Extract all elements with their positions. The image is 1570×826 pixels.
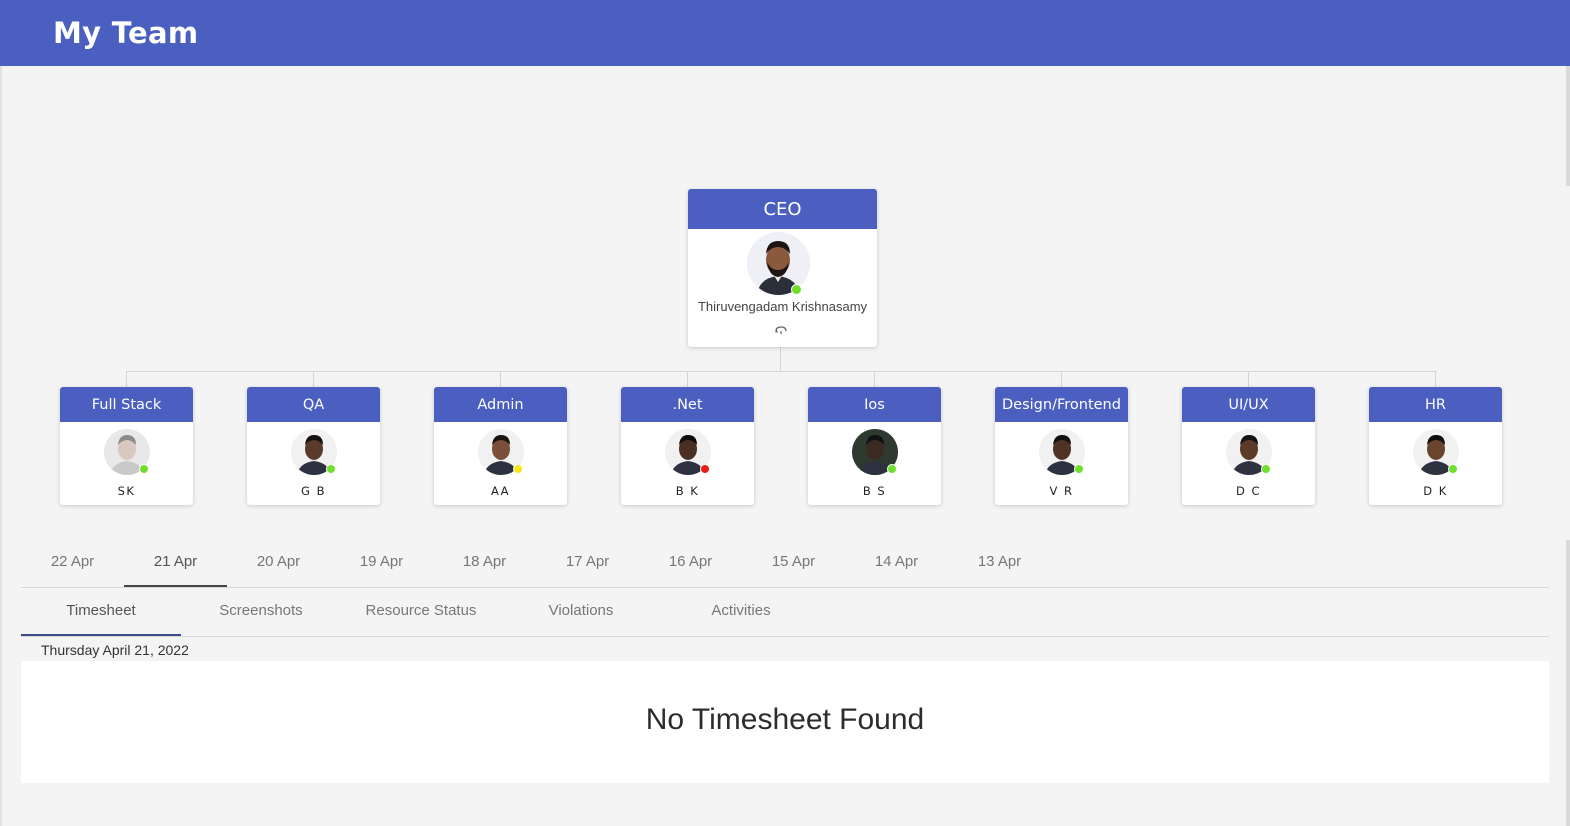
member-initials: D C xyxy=(1235,484,1262,498)
connector-drop xyxy=(500,371,501,387)
team-role: .Net xyxy=(621,387,754,422)
date-tab[interactable]: 13 Apr xyxy=(948,540,1051,587)
status-away-icon xyxy=(513,464,523,474)
team-card[interactable]: Design/Frontend V R xyxy=(995,387,1128,505)
tab-screenshots[interactable]: Screenshots xyxy=(181,588,341,636)
connector-drop xyxy=(126,371,127,387)
ceo-avatar[interactable] xyxy=(747,232,810,295)
status-online-icon xyxy=(887,464,897,474)
member-avatar[interactable] xyxy=(104,429,150,475)
connector-drop xyxy=(687,371,688,387)
ceo-role: CEO xyxy=(688,189,877,229)
view-tab-bar: Timesheet Screenshots Resource Status Viola… xyxy=(21,588,1549,637)
team-role: Ios xyxy=(808,387,941,422)
team-role: QA xyxy=(247,387,380,422)
member-avatar[interactable] xyxy=(478,429,524,475)
tab-timesheet[interactable]: Timesheet xyxy=(21,588,181,636)
team-card[interactable]: HR D K xyxy=(1369,387,1502,505)
team-card[interactable]: Full Stack SK xyxy=(60,387,193,505)
connector-drop xyxy=(1435,371,1436,387)
date-tab[interactable]: 21 Apr xyxy=(124,540,227,587)
member-initials: B S xyxy=(862,484,887,498)
status-online-icon xyxy=(1261,464,1271,474)
member-initials: D K xyxy=(1423,484,1448,498)
timesheet-panel: No Timesheet Found xyxy=(21,661,1549,783)
member-initials: SK xyxy=(117,484,136,498)
date-tab[interactable]: 19 Apr xyxy=(330,540,433,587)
connector-drop xyxy=(1248,371,1249,387)
team-card[interactable]: Admin AA xyxy=(434,387,567,505)
status-online-icon xyxy=(139,464,149,474)
org-chart: CEO Thiruvengadam Krishnasamy Full Stack xyxy=(0,0,1570,520)
status-online-icon xyxy=(1448,464,1458,474)
member-avatar[interactable] xyxy=(852,429,898,475)
selected-date: Thursday April 21, 2022 xyxy=(41,642,189,658)
tab-activities[interactable]: Activities xyxy=(661,588,821,636)
connector-drop xyxy=(313,371,314,387)
team-card[interactable]: Ios B S xyxy=(808,387,941,505)
status-online-icon xyxy=(326,464,336,474)
member-initials: AA xyxy=(490,484,511,498)
member-initials: G B xyxy=(301,484,326,498)
member-avatar[interactable] xyxy=(291,429,337,475)
member-initials: V R xyxy=(1049,484,1074,498)
team-card[interactable]: UI/UX D C xyxy=(1182,387,1315,505)
team-card[interactable]: .Net B K xyxy=(621,387,754,505)
ceo-card[interactable]: CEO Thiruvengadam Krishnasamy xyxy=(688,189,877,347)
date-tab[interactable]: 17 Apr xyxy=(536,540,639,587)
team-card[interactable]: QA G B xyxy=(247,387,380,505)
date-tab[interactable]: 22 Apr xyxy=(21,540,124,587)
connector-horizontal xyxy=(127,371,1437,372)
team-role: Full Stack xyxy=(60,387,193,422)
status-online-icon xyxy=(791,284,802,295)
date-tab[interactable]: 14 Apr xyxy=(845,540,948,587)
date-tab[interactable]: 18 Apr xyxy=(433,540,536,587)
connector-drop xyxy=(874,371,875,387)
team-role: Admin xyxy=(434,387,567,422)
empty-message: No Timesheet Found xyxy=(645,703,925,736)
tab-resource-status[interactable]: Resource Status xyxy=(341,588,501,636)
collapse-icon[interactable] xyxy=(774,325,788,335)
member-avatar[interactable] xyxy=(1226,429,1272,475)
member-avatar[interactable] xyxy=(665,429,711,475)
connector-drop xyxy=(1061,371,1062,387)
member-avatar[interactable] xyxy=(1413,429,1459,475)
status-busy-icon xyxy=(700,464,710,474)
scrollbar-track-lower[interactable] xyxy=(1566,540,1570,826)
team-role: UI/UX xyxy=(1182,387,1315,422)
team-role: HR xyxy=(1369,387,1502,422)
date-tab[interactable]: 16 Apr xyxy=(639,540,742,587)
member-initials: B K xyxy=(675,484,700,498)
connector-ceo-down xyxy=(780,347,781,371)
date-tab[interactable]: 20 Apr xyxy=(227,540,330,587)
team-role: Design/Frontend xyxy=(995,387,1128,422)
tab-violations[interactable]: Violations xyxy=(501,588,661,636)
member-avatar[interactable] xyxy=(1039,429,1085,475)
status-online-icon xyxy=(1074,464,1084,474)
ceo-name: Thiruvengadam Krishnasamy xyxy=(697,299,868,314)
date-tab[interactable]: 15 Apr xyxy=(742,540,845,587)
date-tab-bar: 22 Apr 21 Apr 20 Apr 19 Apr 18 Apr 17 Apr 16 A… xyxy=(21,540,1549,588)
